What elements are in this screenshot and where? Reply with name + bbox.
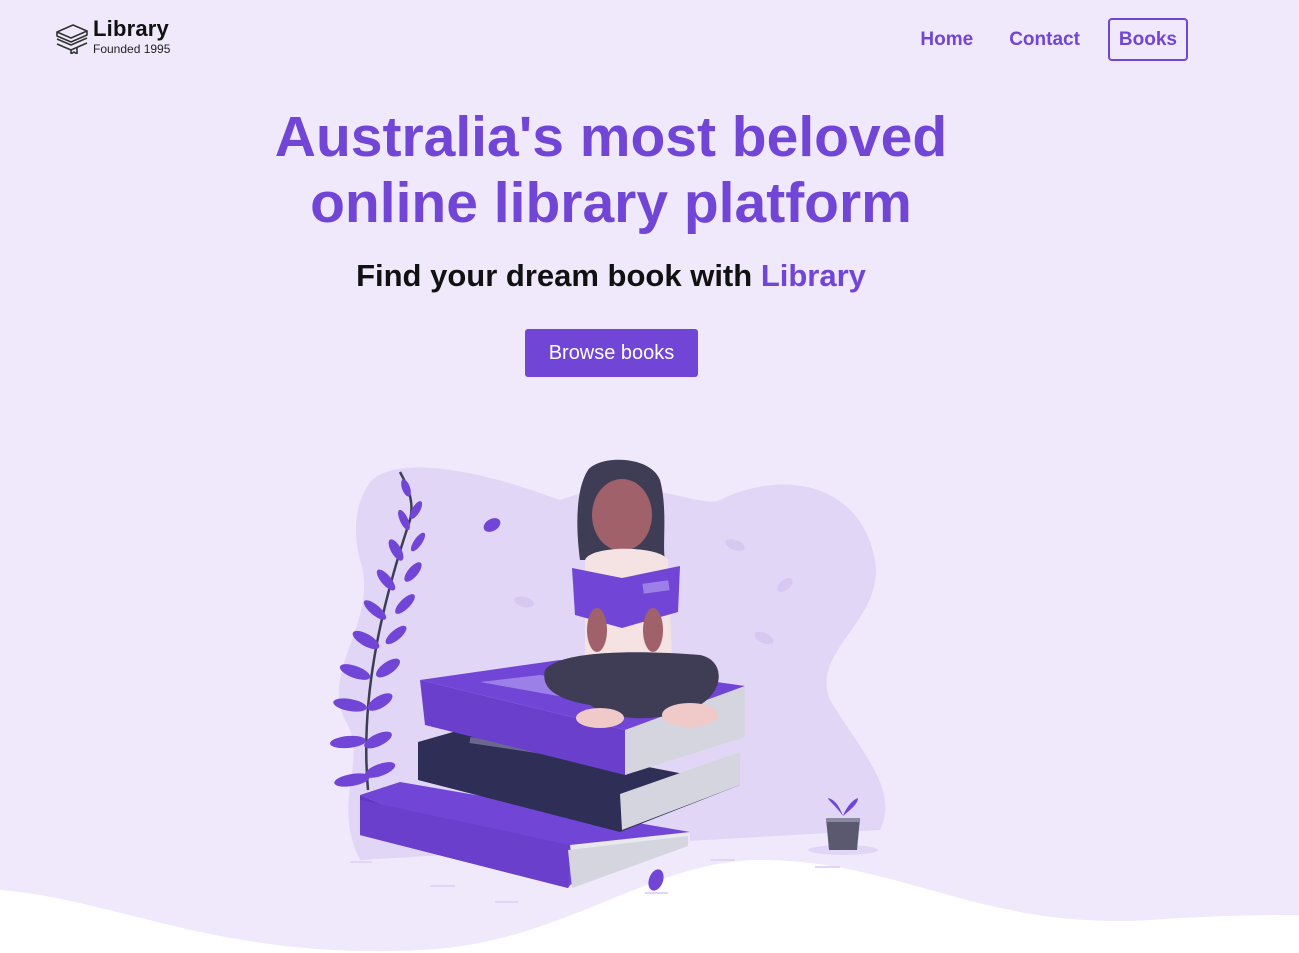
reading-woman-illustration [0, 459, 1299, 953]
bottom-wave [0, 860, 1299, 953]
